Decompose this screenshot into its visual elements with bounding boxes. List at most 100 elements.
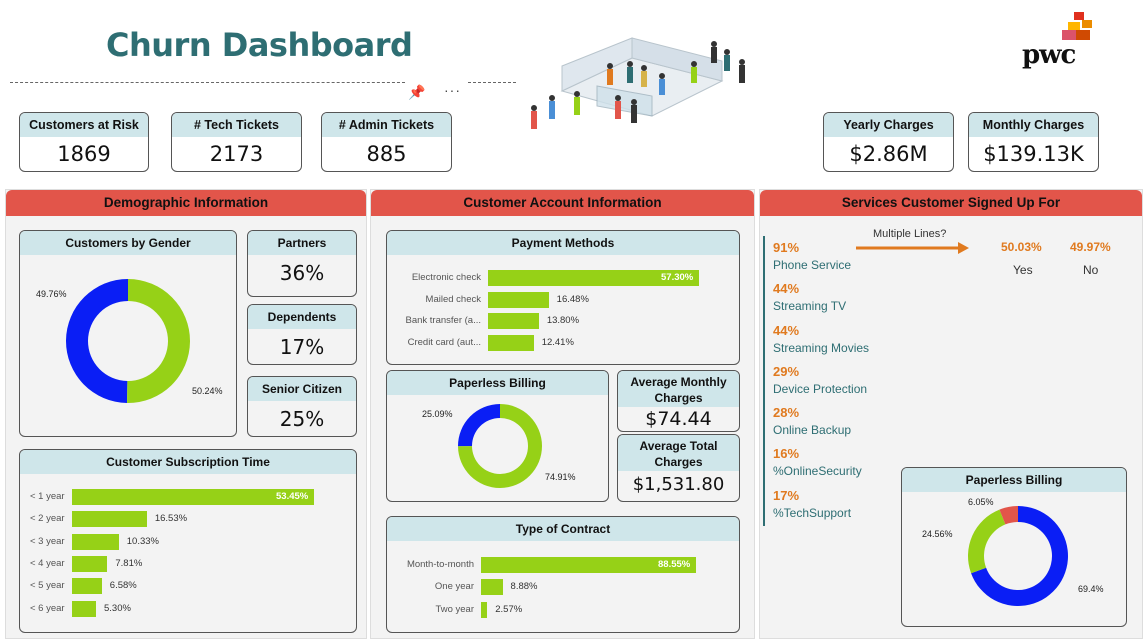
arrow-right-icon <box>856 242 969 254</box>
card-paperless-billing-services[interactable]: Paperless Billing <box>901 467 1127 627</box>
card-title: Paperless Billing <box>387 371 608 395</box>
donut-slice[interactable] <box>968 509 1006 574</box>
card-title: Average Total Charges <box>618 435 739 471</box>
service-name: Device Protection <box>773 382 868 396</box>
kpi-label: # Tech Tickets <box>172 113 301 137</box>
kpi-monthly-charges[interactable]: Monthly Charges $139.13K <box>968 112 1099 172</box>
more-options-icon[interactable]: ··· <box>444 82 461 98</box>
card-avg-monthly-charges[interactable]: Average Monthly Charges $74.44 <box>617 370 740 432</box>
bar[interactable] <box>72 511 147 528</box>
bar-value: 12.41% <box>541 336 574 348</box>
header-divider-mid <box>468 82 516 83</box>
dashboard-root: Churn Dashboard 📌 ··· pwc Customers at R… <box>0 0 1144 642</box>
paperless-label-yes: 74.91% <box>545 472 576 482</box>
kpi-value: 1869 <box>57 142 111 166</box>
card-title: Paperless Billing <box>902 468 1126 492</box>
kpi-yearly-charges[interactable]: Yearly Charges $2.86M <box>823 112 954 172</box>
kpi-label: Customers at Risk <box>20 113 148 137</box>
kpi-label: Yearly Charges <box>824 113 953 137</box>
service-pct: 29% <box>773 364 800 379</box>
bar-value: 57.30% <box>661 272 694 283</box>
donut-slice[interactable] <box>458 404 500 447</box>
card-title: Payment Methods <box>387 231 739 255</box>
service-name: Streaming Movies <box>773 341 870 355</box>
multiple-lines-label: Multiple Lines? <box>873 228 947 240</box>
multiple-lines-no-pct: 49.97% <box>1070 240 1111 254</box>
card-customers-by-gender[interactable]: Customers by Gender <box>19 230 237 437</box>
card-partners[interactable]: Partners 36% <box>247 230 357 297</box>
bar-label: Bank transfer (a... <box>405 315 481 326</box>
bar-label: Mailed check <box>425 293 481 305</box>
bar-value: 13.80% <box>546 315 580 326</box>
bar[interactable] <box>481 601 488 618</box>
bar-value: 16.48% <box>556 293 589 305</box>
card-value: $1,531.80 <box>632 474 725 495</box>
bar-value: 10.33% <box>126 535 159 547</box>
kpi-tech-tickets[interactable]: # Tech Tickets 2173 <box>171 112 302 172</box>
gender-label-female: 50.24% <box>192 386 223 396</box>
bar[interactable] <box>488 334 534 351</box>
service-name: %TechSupport <box>773 506 852 520</box>
card-title: Partners <box>248 231 356 255</box>
multiple-lines-no-label: No <box>1083 263 1099 277</box>
bar-value: 88.55% <box>658 559 691 570</box>
bar-label: Electronic check <box>411 272 481 283</box>
pin-icon[interactable]: 📌 <box>408 84 425 101</box>
card-avg-total-charges[interactable]: Average Total Charges $1,531.80 <box>617 434 740 502</box>
paperless-label-no: 25.09% <box>422 409 453 419</box>
pwc-logo: pwc <box>1018 12 1098 70</box>
bar-value: 2.57% <box>495 603 523 615</box>
paperless-services-label-1: 69.4% <box>1078 584 1104 594</box>
bar-label: Two year <box>435 603 474 615</box>
paperless-services-label-2: 24.56% <box>922 529 953 539</box>
bar[interactable] <box>481 579 503 596</box>
bar-label: < 1 year <box>30 491 65 502</box>
kpi-customers-at-risk[interactable]: Customers at Risk 1869 <box>19 112 149 172</box>
bar-row[interactable]: Mailed check 16.48% <box>0 291 1144 308</box>
kpi-label: Monthly Charges <box>969 113 1098 137</box>
service-pct: 17% <box>773 488 800 503</box>
pwc-logo-mark-icon <box>1062 12 1092 40</box>
bar[interactable] <box>72 533 119 550</box>
service-pct: 91% <box>773 240 800 255</box>
bar-label: Credit card (aut... <box>407 336 481 348</box>
panel-title: Services Customer Signed Up For <box>760 190 1142 216</box>
kpi-admin-tickets[interactable]: # Admin Tickets 885 <box>321 112 452 172</box>
bar-label: < 2 year <box>30 513 65 525</box>
kpi-label: # Admin Tickets <box>322 113 451 137</box>
service-name: Phone Service <box>773 258 852 272</box>
office-people-illustration <box>531 37 745 129</box>
bar-value: 53.45% <box>276 491 309 502</box>
bar[interactable] <box>488 291 549 308</box>
paperless-donut-chart <box>458 404 542 488</box>
card-title: Type of Contract <box>387 517 739 541</box>
bar-label: One year <box>434 581 474 593</box>
bar-value: 16.53% <box>154 513 188 525</box>
panel-title: Demographic Information <box>6 190 366 216</box>
service-name: %OnlineSecurity <box>773 464 862 478</box>
paperless-services-donut-chart <box>968 506 1068 606</box>
pwc-logo-text: pwc <box>1022 40 1076 70</box>
bar-label: < 3 year <box>30 535 65 547</box>
bar-value: 8.88% <box>510 581 538 593</box>
bar-row[interactable]: Credit card (aut... 12.41% <box>0 334 1144 351</box>
bar[interactable] <box>488 313 539 329</box>
multiple-lines-yes-label: Yes <box>1013 263 1033 277</box>
card-title: Senior Citizen <box>248 377 356 401</box>
card-title: Customers by Gender <box>20 231 236 255</box>
service-pct: 28% <box>773 405 800 420</box>
multiple-lines-yes-pct: 50.03% <box>1001 240 1042 254</box>
service-name: Online Backup <box>773 423 852 437</box>
kpi-value: $139.13K <box>983 142 1084 166</box>
service-pct: 16% <box>773 446 800 461</box>
kpi-value: 2173 <box>209 142 264 166</box>
bar-row[interactable]: Bank transfer (a... 13.80% <box>0 313 1144 329</box>
bar-label: Month-to-month <box>406 559 474 570</box>
card-value: $74.44 <box>645 408 712 430</box>
card-title: Customer Subscription Time <box>20 450 356 474</box>
card-paperless-billing[interactable]: Paperless Billing <box>386 370 609 502</box>
card-senior-citizen[interactable]: Senior Citizen 25% <box>247 376 357 437</box>
bar-row[interactable]: Electronic check 57.30% <box>0 270 1144 286</box>
card-value: 25% <box>279 407 325 431</box>
kpi-value: 885 <box>366 142 407 166</box>
